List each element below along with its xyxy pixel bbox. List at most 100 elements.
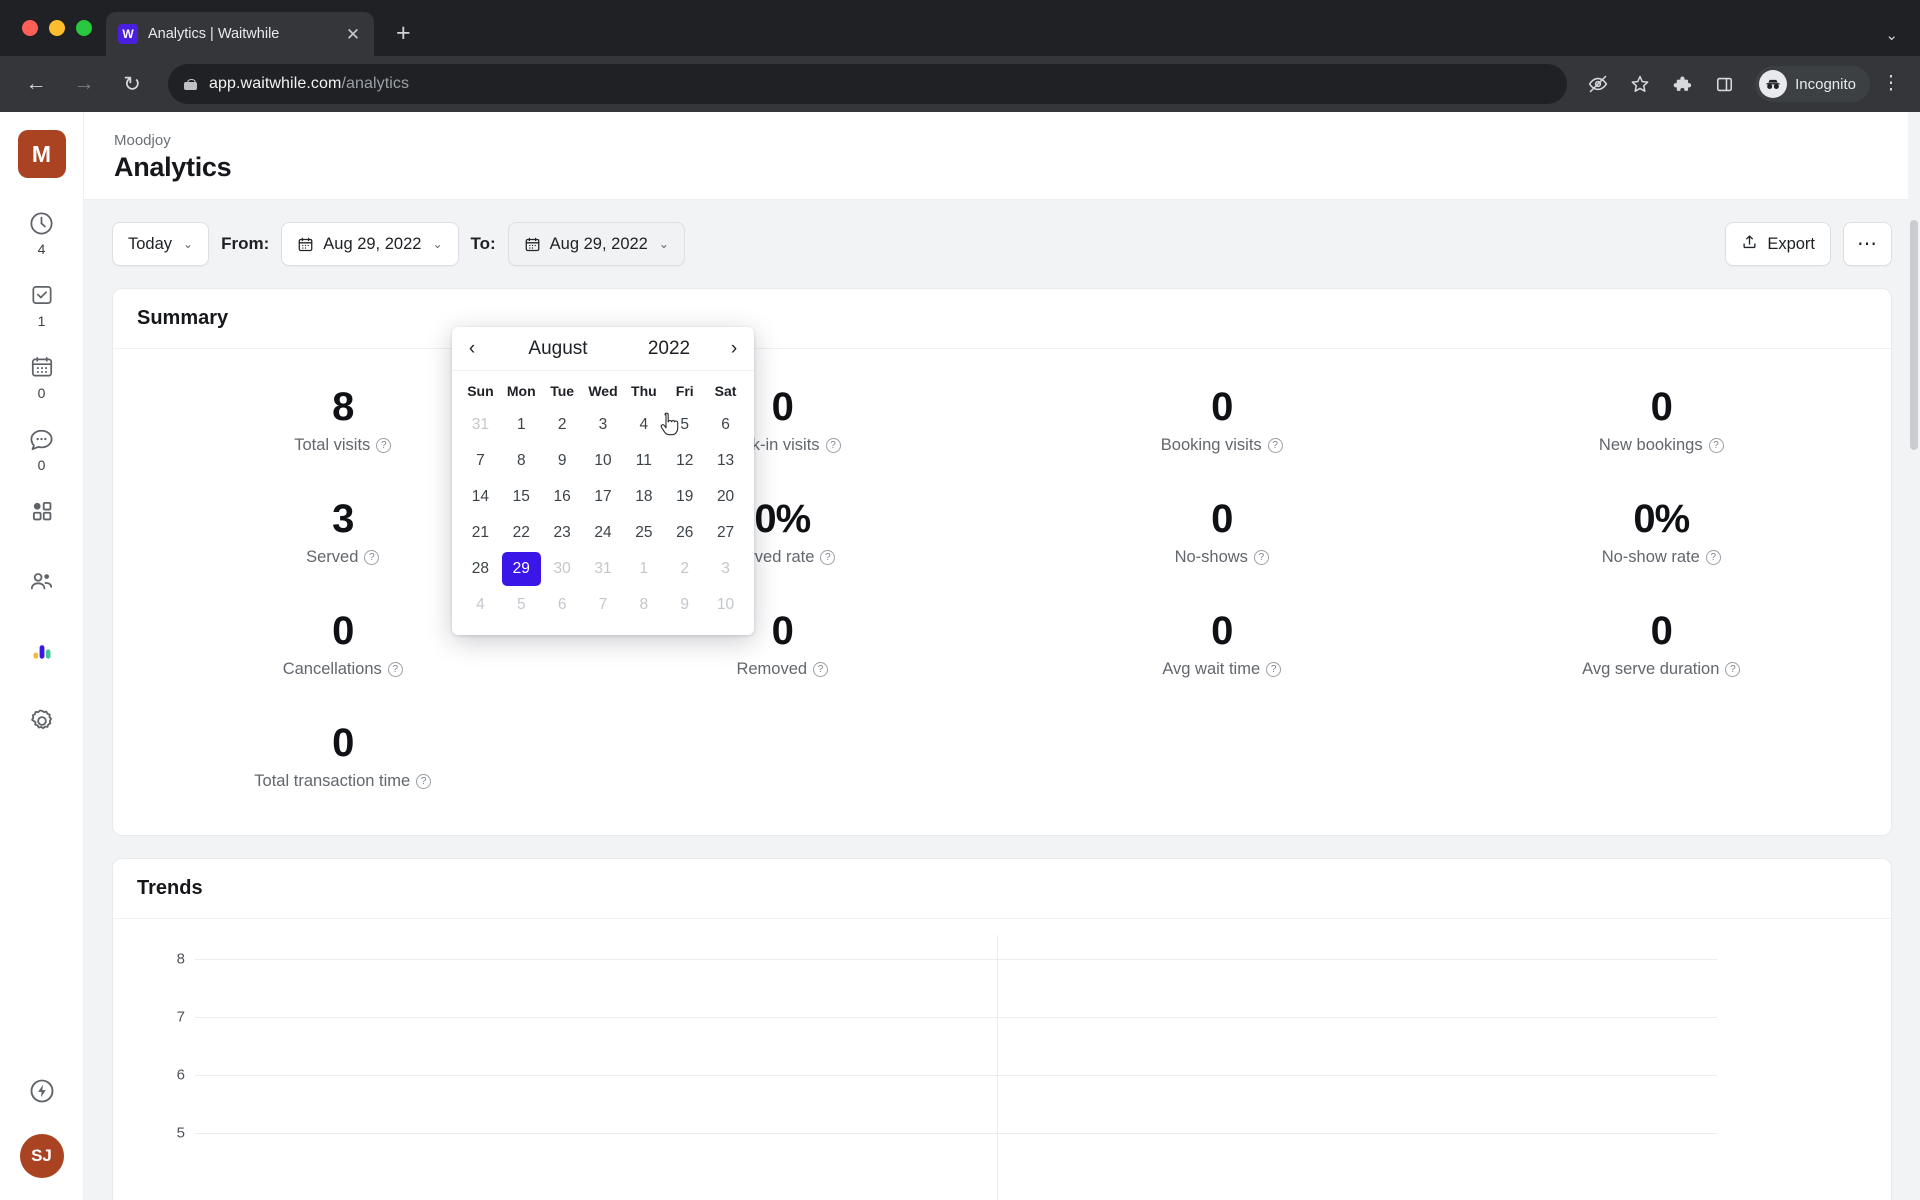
calendar-day[interactable]: 24 (584, 516, 623, 550)
calendar-day[interactable]: 8 (502, 444, 541, 478)
prev-month-button[interactable]: ‹ (452, 327, 492, 371)
sidebar-item-bookings[interactable]: 0 (10, 350, 74, 400)
help-icon[interactable]: ? (1708, 438, 1724, 453)
help-icon[interactable]: ? (376, 438, 392, 453)
help-icon[interactable]: ? (1253, 550, 1269, 565)
sidebar-item-apps[interactable] (10, 494, 74, 530)
calendar-day[interactable]: 5 (665, 408, 704, 442)
calendar-day[interactable]: 2 (543, 408, 582, 442)
new-tab-button[interactable]: + (396, 21, 411, 46)
calendar-day[interactable]: 11 (624, 444, 663, 478)
minimize-window-button[interactable] (49, 20, 65, 36)
calendar-day[interactable]: 17 (584, 480, 623, 514)
incognito-profile-button[interactable]: Incognito (1755, 66, 1870, 102)
calendar-month-label[interactable]: August (492, 338, 624, 360)
calendar-day[interactable]: 18 (624, 480, 663, 514)
calendar-day[interactable]: 30 (543, 552, 582, 586)
next-month-button[interactable]: › (714, 327, 754, 371)
calendar-year-label[interactable]: 2022 (624, 338, 714, 360)
sidebar-item-customers[interactable] (10, 564, 74, 600)
calendar-day[interactable]: 7 (584, 588, 623, 622)
calendar-day[interactable]: 8 (624, 588, 663, 622)
calendar-day[interactable]: 31 (584, 552, 623, 586)
sidebar-item-waiting-list[interactable]: 4 (10, 206, 74, 256)
extensions-puzzle-icon[interactable] (1665, 67, 1699, 101)
calendar-day[interactable]: 1 (502, 408, 541, 442)
calendar-day[interactable]: 7 (461, 444, 500, 478)
calendar-day[interactable]: 13 (706, 444, 745, 478)
calendar-day[interactable]: 14 (461, 480, 500, 514)
page-header: Moodjoy Analytics (84, 112, 1920, 200)
calendar-day[interactable]: 6 (543, 588, 582, 622)
workspace-brand-badge[interactable]: M (17, 130, 66, 178)
calendar-day[interactable]: 10 (584, 444, 623, 478)
help-icon[interactable]: ? (1267, 438, 1283, 453)
calendar-day[interactable]: 20 (706, 480, 745, 514)
chevron-down-icon[interactable]: ⌄ (1885, 26, 1898, 44)
help-icon[interactable]: ? (1705, 550, 1721, 565)
reload-button[interactable]: ↻ (112, 64, 152, 104)
forward-button[interactable]: → (64, 64, 104, 104)
help-icon[interactable]: ? (1266, 662, 1282, 677)
calendar-day[interactable]: 4 (624, 408, 663, 442)
calendar-day[interactable]: 10 (706, 588, 745, 622)
sidebar-item-settings[interactable] (10, 704, 74, 740)
star-icon[interactable] (1623, 67, 1657, 101)
more-options-button[interactable]: ⋯ (1843, 222, 1892, 266)
user-avatar[interactable]: SJ (19, 1134, 64, 1178)
calendar-day[interactable]: 25 (624, 516, 663, 550)
help-icon[interactable]: ? (387, 662, 403, 677)
calendar-day[interactable]: 22 (502, 516, 541, 550)
calendar-day[interactable]: 5 (502, 588, 541, 622)
calendar-day[interactable]: 16 (543, 480, 582, 514)
stat-label-row: Removed ? (569, 660, 997, 679)
close-window-button[interactable] (22, 20, 38, 36)
calendar-day[interactable]: 9 (543, 444, 582, 478)
calendar-day[interactable]: 31 (461, 408, 500, 442)
calendar-day[interactable]: 15 (502, 480, 541, 514)
help-icon[interactable]: ? (416, 774, 432, 789)
browser-tab[interactable]: W Analytics | Waitwhile ✕ (106, 12, 374, 56)
calendar-day[interactable]: 28 (461, 552, 500, 586)
window-traffic-lights[interactable] (14, 0, 106, 56)
address-bar[interactable]: app.waitwhile.com/analytics (168, 64, 1568, 104)
maximize-window-button[interactable] (76, 20, 92, 36)
calendar-day[interactable]: 19 (665, 480, 704, 514)
scrollbar-thumb[interactable] (1910, 220, 1918, 450)
export-label: Export (1767, 234, 1815, 253)
help-icon[interactable]: ? (813, 662, 829, 677)
sidebar-item-whats-new[interactable] (28, 1077, 56, 1110)
to-date-picker[interactable]: Aug 29, 2022 ⌄ (507, 222, 685, 266)
help-icon[interactable]: ? (825, 438, 841, 453)
calendar-day[interactable]: 3 (584, 408, 623, 442)
calendar-day[interactable]: 26 (665, 516, 704, 550)
y-axis-tick: 5 (176, 1124, 185, 1142)
calendar-day[interactable]: 21 (461, 516, 500, 550)
calendar-day[interactable]: 4 (461, 588, 500, 622)
calendar-day-selected[interactable]: 29 (501, 552, 541, 586)
export-button[interactable]: Export (1725, 222, 1831, 266)
vertical-scrollbar[interactable] (1908, 112, 1920, 1200)
sidebar-item-served-list[interactable]: 1 (10, 278, 74, 328)
close-icon[interactable]: ✕ (344, 26, 362, 43)
back-button[interactable]: ← (16, 64, 56, 104)
sidebar-item-messages[interactable]: 0 (10, 422, 74, 472)
calendar-day[interactable]: 1 (624, 552, 663, 586)
calendar-day[interactable]: 9 (665, 588, 704, 622)
help-icon[interactable]: ? (820, 550, 836, 565)
calendar-day[interactable]: 27 (706, 516, 745, 550)
date-preset-dropdown[interactable]: Today ⌄ (112, 222, 210, 266)
help-icon[interactable]: ? (1725, 662, 1741, 677)
browser-menu-button[interactable]: ⋮ (1878, 74, 1904, 94)
sidebar-item-analytics[interactable] (10, 634, 74, 670)
from-date-picker[interactable]: Aug 29, 2022 ⌄ (281, 222, 459, 266)
calendar-day[interactable]: 23 (543, 516, 582, 550)
help-icon[interactable]: ? (364, 550, 380, 565)
calendar-day[interactable]: 12 (665, 444, 704, 478)
grid-apps-icon (25, 494, 59, 528)
calendar-day[interactable]: 3 (706, 552, 745, 586)
eye-off-icon[interactable] (1581, 67, 1615, 101)
calendar-day[interactable]: 2 (665, 552, 704, 586)
calendar-day[interactable]: 6 (706, 408, 745, 442)
side-panel-icon[interactable] (1707, 67, 1741, 101)
